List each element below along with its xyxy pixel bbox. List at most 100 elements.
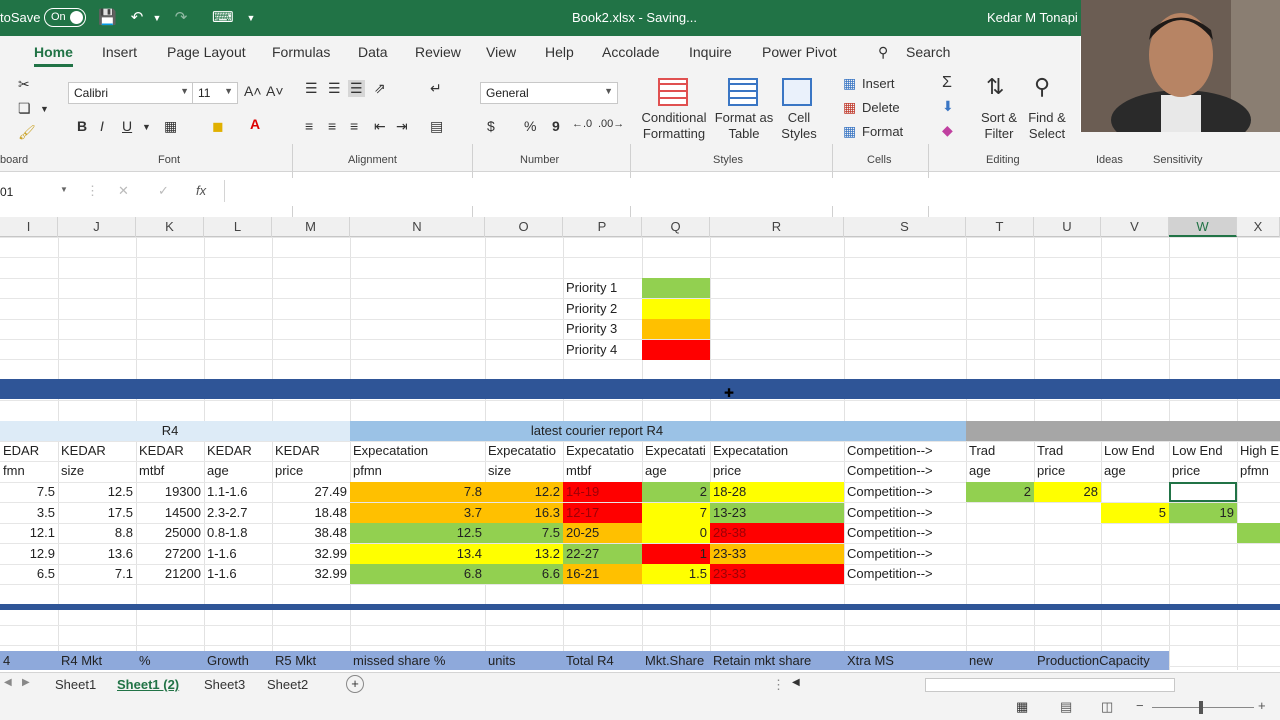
orientation-icon[interactable]: ⇗ xyxy=(374,80,386,97)
data-cell[interactable] xyxy=(1237,503,1280,523)
add-sheet-icon[interactable]: + xyxy=(346,675,364,693)
zoom-out-icon[interactable]: − xyxy=(1136,698,1144,713)
tab-split-handle[interactable]: ⋮ xyxy=(772,677,785,693)
legend-swatch[interactable] xyxy=(642,319,710,339)
legend-label[interactable]: Priority 2 xyxy=(563,299,642,319)
data-cell[interactable] xyxy=(966,523,1034,543)
column-label[interactable]: fmn xyxy=(0,461,58,481)
save-icon[interactable]: 💾 xyxy=(98,9,117,27)
selected-cell[interactable] xyxy=(1169,482,1237,502)
column-header-q[interactable]: Q xyxy=(642,217,710,237)
column-label[interactable]: price xyxy=(710,461,844,481)
data-cell[interactable]: 18.48 xyxy=(272,503,350,523)
footer-header-label[interactable]: R5 Mkt xyxy=(272,651,350,670)
fill-color-icon[interactable]: ◼ xyxy=(212,118,224,135)
underline-button[interactable]: U xyxy=(122,118,132,134)
column-header-p[interactable]: P xyxy=(563,217,642,237)
column-header-n[interactable]: N xyxy=(350,217,485,237)
data-cell[interactable]: 16.3 xyxy=(485,502,563,523)
column-label[interactable]: High E xyxy=(1237,441,1280,461)
data-cell[interactable] xyxy=(966,564,1034,584)
column-label[interactable]: Expecatation xyxy=(710,441,844,461)
data-cell[interactable]: 19 xyxy=(1169,502,1237,523)
column-header-l[interactable]: L xyxy=(204,217,272,237)
column-header-o[interactable]: O xyxy=(485,217,563,237)
delete-cells-icon[interactable]: ▦ xyxy=(843,99,856,116)
data-cell[interactable]: 23-33 xyxy=(710,543,844,564)
data-cell[interactable]: Competition--> xyxy=(844,482,966,502)
data-cell[interactable]: 13.4 xyxy=(350,543,485,564)
data-cell[interactable]: 13.2 xyxy=(485,543,563,564)
keyboard-icon[interactable]: ⌨ xyxy=(212,9,234,27)
undo-dropdown-icon[interactable]: ▼ xyxy=(148,9,166,27)
find-select-button[interactable]: Find & Select xyxy=(1022,110,1072,142)
formula-input[interactable] xyxy=(224,180,1280,202)
footer-header-label[interactable]: Mkt.Share xyxy=(642,651,710,670)
data-cell[interactable] xyxy=(1034,503,1101,523)
data-cell[interactable]: 12.5 xyxy=(58,482,136,502)
data-cell[interactable]: 12.5 xyxy=(350,523,485,543)
underline-dropdown-icon[interactable]: ▼ xyxy=(142,122,151,132)
data-cell[interactable]: 1.5 xyxy=(642,564,710,584)
tab-view[interactable]: View xyxy=(486,44,516,60)
data-cell[interactable]: 25000 xyxy=(136,523,204,543)
legend-swatch[interactable] xyxy=(642,339,710,360)
column-label[interactable]: size xyxy=(58,461,136,481)
bold-button[interactable]: B xyxy=(77,118,87,134)
data-cell[interactable]: 17.5 xyxy=(58,503,136,523)
column-label[interactable]: KEDAR xyxy=(272,441,350,461)
data-cell[interactable]: 12-17 xyxy=(563,502,642,523)
data-cell[interactable] xyxy=(1101,482,1169,502)
normal-view-icon[interactable]: ▦ xyxy=(1016,699,1028,715)
tab-review[interactable]: Review xyxy=(415,44,461,60)
align-bottom-icon[interactable]: ☰ xyxy=(348,80,365,97)
data-cell[interactable]: 3.7 xyxy=(350,502,485,523)
data-cell[interactable]: 0.8-1.8 xyxy=(204,523,272,543)
data-cell[interactable]: 3.5 xyxy=(0,503,58,523)
data-cell[interactable] xyxy=(1237,482,1280,502)
cell-styles-button[interactable]: Cell Styles xyxy=(772,110,826,142)
legend-label[interactable]: Priority 4 xyxy=(563,340,642,360)
data-cell[interactable]: 28-38 xyxy=(710,523,844,543)
align-top-icon[interactable]: ☰ xyxy=(305,80,318,97)
fill-icon[interactable]: ⬇ xyxy=(942,98,954,115)
footer-header-label[interactable]: Growth xyxy=(204,651,272,670)
footer-header-label[interactable]: missed share % xyxy=(350,651,485,670)
column-label[interactable]: KEDAR xyxy=(204,441,272,461)
zoom-in-icon[interactable]: + xyxy=(1258,698,1266,713)
tab-data[interactable]: Data xyxy=(358,44,388,60)
column-header-j[interactable]: J xyxy=(58,217,136,237)
align-middle-icon[interactable]: ☰ xyxy=(328,80,341,97)
column-label[interactable]: Low End xyxy=(1101,441,1169,461)
legend-label[interactable]: Priority 1 xyxy=(563,278,642,298)
align-left-icon[interactable]: ≡ xyxy=(305,118,313,134)
page-layout-view-icon[interactable]: ▤ xyxy=(1060,699,1072,715)
cut-icon[interactable]: ✂ xyxy=(18,76,30,93)
data-cell[interactable]: Competition--> xyxy=(844,544,966,564)
data-cell[interactable]: 1 xyxy=(642,543,710,564)
data-cell[interactable]: 28 xyxy=(1034,482,1101,502)
tab-formulas[interactable]: Formulas xyxy=(272,44,330,60)
column-label[interactable]: Competition--> xyxy=(844,461,966,481)
format-cells-icon[interactable]: ▦ xyxy=(843,123,856,140)
data-cell[interactable]: 2 xyxy=(642,482,710,502)
borders-icon[interactable]: ▦ xyxy=(164,118,177,135)
column-label[interactable]: Expecatati xyxy=(642,441,710,461)
undo-icon[interactable]: ↶ xyxy=(128,9,146,27)
legend-swatch[interactable] xyxy=(642,278,710,298)
insert-cells-button[interactable]: Insert xyxy=(862,76,895,92)
column-label[interactable]: age xyxy=(204,461,272,481)
copy-dropdown-icon[interactable]: ▼ xyxy=(40,104,49,114)
data-cell[interactable]: 32.99 xyxy=(272,564,350,584)
column-label[interactable]: age xyxy=(966,461,1034,481)
column-header-t[interactable]: T xyxy=(966,217,1034,237)
redo-icon[interactable]: ↷ xyxy=(172,9,190,27)
data-cell[interactable]: 16-21 xyxy=(563,564,642,584)
autosum-icon[interactable]: Σ xyxy=(942,74,952,92)
data-cell[interactable]: 6.8 xyxy=(350,564,485,584)
sort-filter-button[interactable]: Sort & Filter xyxy=(974,110,1024,142)
copy-icon[interactable]: ❏ xyxy=(18,100,31,117)
column-label[interactable]: size xyxy=(485,461,563,481)
data-cell[interactable]: 1-1.6 xyxy=(204,544,272,564)
column-label[interactable]: mtbf xyxy=(563,461,642,481)
